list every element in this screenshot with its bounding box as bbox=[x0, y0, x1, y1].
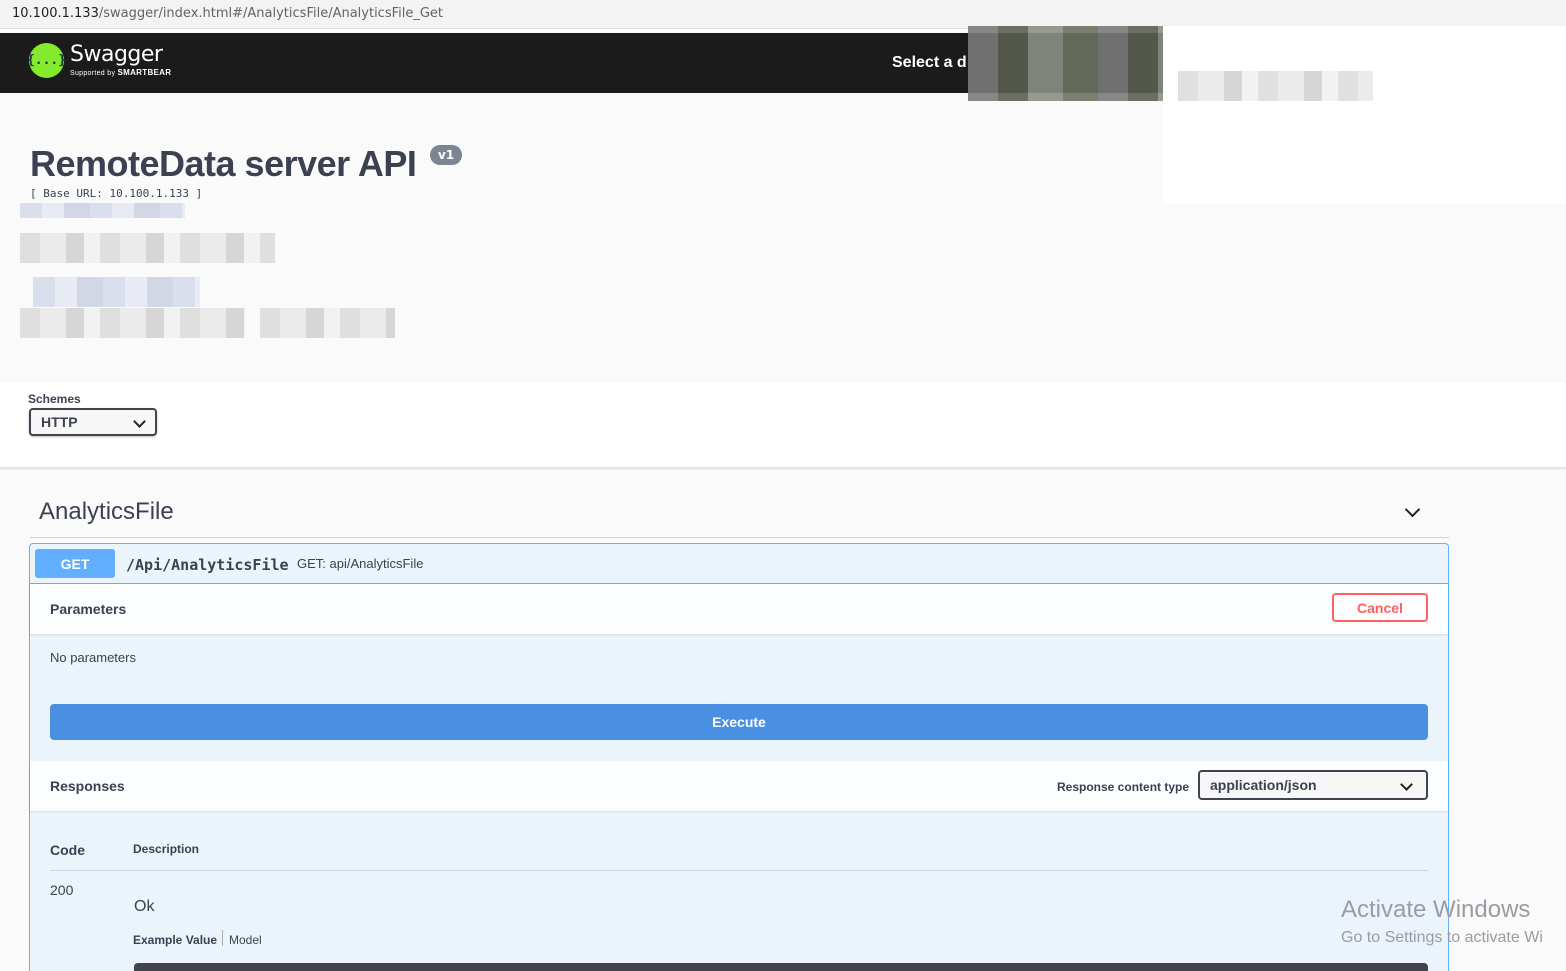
http-method-badge: GET bbox=[35, 549, 115, 578]
swagger-topbar: {...} Swagger Supported by SMARTBEAR Sel… bbox=[0, 33, 1566, 93]
redacted-region bbox=[20, 308, 245, 338]
swagger-logo[interactable]: {...} Swagger Supported by SMARTBEAR bbox=[27, 42, 172, 78]
example-value-tab[interactable]: Example Value bbox=[133, 933, 217, 947]
tab-separator bbox=[222, 930, 223, 946]
response-description: Ok bbox=[134, 898, 155, 915]
execute-button[interactable]: Execute bbox=[50, 704, 1428, 740]
response-code: 200 bbox=[50, 882, 74, 898]
base-url: [ Base URL: 10.100.1.133 ] bbox=[30, 187, 203, 200]
redacted-panel bbox=[1163, 26, 1566, 204]
watermark-line1: Activate Windows bbox=[1341, 896, 1531, 923]
responses-header: Responses Response content type applicat… bbox=[30, 761, 1448, 811]
browser-address-bar[interactable]: 10.100.1.133/swagger/index.html#/Analyti… bbox=[0, 0, 1566, 29]
code-column-header: Code bbox=[50, 842, 85, 858]
redacted-region bbox=[1178, 71, 1373, 101]
api-version-badge: v1 bbox=[430, 145, 463, 165]
cancel-button[interactable]: Cancel bbox=[1332, 593, 1428, 622]
chevron-down-icon[interactable] bbox=[1404, 501, 1421, 518]
responses-label: Responses bbox=[50, 778, 125, 794]
schemes-selected-value: HTTP bbox=[41, 414, 78, 430]
redacted-region bbox=[33, 277, 200, 307]
operation-description: GET: api/AnalyticsFile bbox=[297, 556, 424, 571]
logo-name: Swagger bbox=[70, 42, 163, 67]
description-column-header: Description bbox=[133, 842, 200, 856]
divider bbox=[50, 870, 1428, 871]
operation-block: GET /Api/AnalyticsFile GET: api/Analytic… bbox=[29, 543, 1449, 971]
url-text[interactable]: 10.100.1.133/swagger/index.html#/Analyti… bbox=[12, 6, 443, 21]
redacted-region bbox=[20, 233, 275, 263]
logo-brand: SMARTBEAR bbox=[117, 68, 172, 77]
chevron-down-icon bbox=[133, 415, 146, 428]
swagger-logo-text: Swagger Supported by SMARTBEAR bbox=[70, 42, 172, 78]
select-definition-label: Select a d bbox=[892, 54, 967, 71]
swagger-logo-icon: {...} bbox=[27, 43, 66, 78]
url-host: 10.100.1.133 bbox=[12, 6, 99, 21]
schemes-label: Schemes bbox=[28, 392, 81, 406]
windows-activation-watermark: Activate Windows Go to Settings to activ… bbox=[1341, 898, 1543, 946]
response-content-type-select[interactable]: application/json bbox=[1198, 770, 1428, 800]
api-title: RemoteData server API bbox=[30, 143, 417, 184]
schemes-container bbox=[0, 382, 1566, 468]
response-content-type-label: Response content type bbox=[1057, 780, 1190, 794]
logo-subtitle: Supported by SMARTBEAR bbox=[70, 68, 172, 78]
chevron-down-icon bbox=[1400, 778, 1413, 791]
redacted-region bbox=[968, 26, 1163, 101]
operation-path: /Api/AnalyticsFile bbox=[126, 556, 289, 574]
watermark-line2: Go to Settings to activate Wi bbox=[1341, 929, 1543, 946]
operation-summary[interactable]: GET /Api/AnalyticsFile GET: api/Analytic… bbox=[30, 544, 1448, 584]
parameters-header: Parameters Cancel bbox=[30, 584, 1448, 634]
example-value-code-block bbox=[134, 963, 1428, 971]
redacted-region bbox=[20, 203, 185, 218]
redacted-region bbox=[260, 308, 395, 338]
logo-supported: Supported by bbox=[70, 70, 116, 77]
tag-name: AnalyticsFile bbox=[39, 498, 174, 525]
model-tab[interactable]: Model bbox=[229, 933, 262, 947]
response-content-type-value: application/json bbox=[1210, 777, 1317, 793]
schemes-select[interactable]: HTTP bbox=[29, 408, 157, 436]
no-parameters-text: No parameters bbox=[50, 650, 136, 665]
url-path: /swagger/index.html#/AnalyticsFile/Analy… bbox=[98, 6, 444, 21]
tag-header[interactable]: AnalyticsFile bbox=[30, 490, 1449, 538]
parameters-label: Parameters bbox=[50, 601, 127, 617]
